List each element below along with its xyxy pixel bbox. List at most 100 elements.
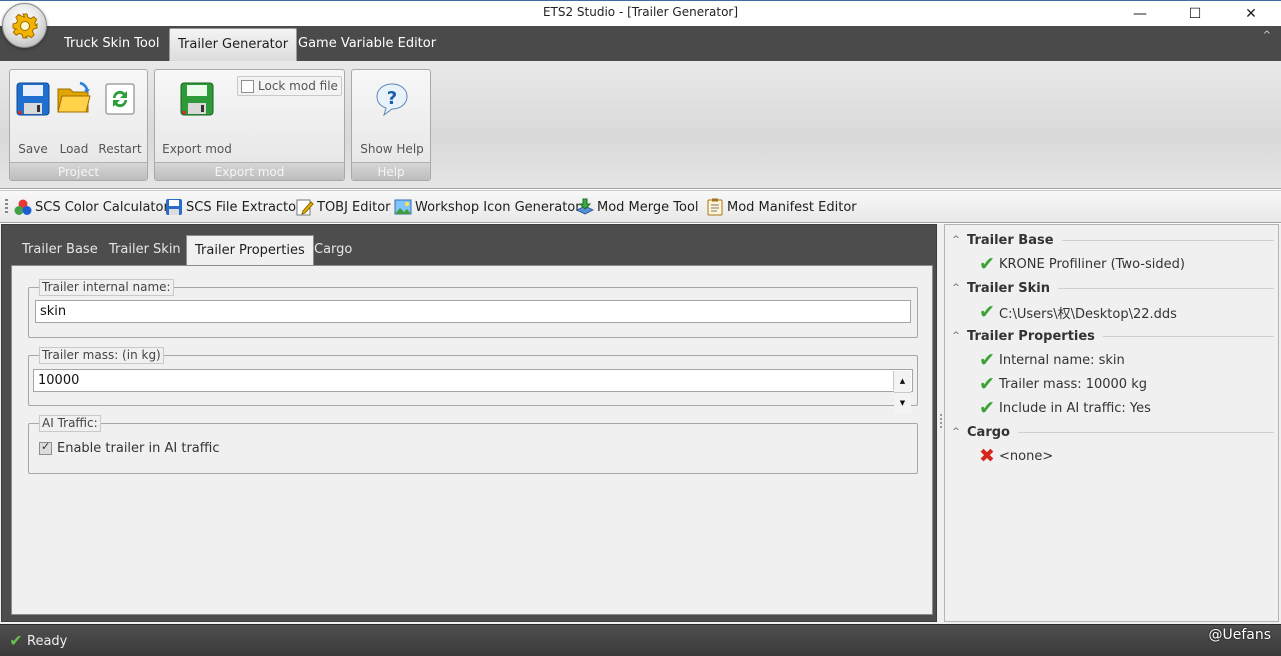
status-indicator: ✔ Ready [9,631,67,651]
trailer-mass-legend: Trailer mass: (in kg) [39,347,164,364]
summary-section-title: Trailer Base [967,232,1054,248]
workshop-icon-generator-button[interactable]: Workshop Icon Generator [394,197,581,217]
summary-item: ✔ KRONE Profiliner (Two-sided) [977,253,1185,275]
tab-truck-skin-tool[interactable]: Truck Skin Tool [56,28,167,61]
collapse-caret-icon[interactable]: ^ [945,427,967,437]
scs-file-extractor-label: SCS File Extractor [186,199,302,215]
svg-text:?: ? [387,88,397,109]
summary-item-text: C:\Users\权\Desktop\22.dds [999,306,1177,322]
lock-mod-file-checkbox[interactable]: Lock mod file [237,76,342,96]
show-help-button[interactable]: ? Show Help [356,76,428,156]
project-group-caption: Project [10,162,147,180]
ribbon-group-help: ? Show Help Help [351,69,431,181]
clipboard-icon [707,198,723,216]
help-bubble-icon: ? [376,83,408,117]
export-mod-label: Export mod [162,142,232,156]
summary-section-trailer-skin[interactable]: ^ Trailer Skin [945,278,1274,298]
error-cross-icon: ✖ [979,445,995,467]
ribbon-tab-bar: Truck Skin Tool Trailer Generator Game V… [0,26,1281,61]
internal-name-group: Trailer internal name: skin [28,279,918,338]
tab-trailer-generator[interactable]: Trailer Generator [169,28,298,61]
enable-ai-traffic-label: Enable trailer in AI traffic [57,441,220,456]
summary-section-trailer-properties[interactable]: ^ Trailer Properties [945,326,1274,346]
maximize-button[interactable]: ☐ [1172,1,1218,27]
spin-down-icon[interactable]: ▼ [894,392,911,414]
mod-merge-tool-label: Mod Merge Tool [597,199,699,215]
restart-button[interactable]: Restart [95,76,145,156]
load-button[interactable]: Load [55,76,93,156]
toolbar-grip[interactable] [5,199,8,215]
export-group-caption: Export mod [155,162,344,180]
collapse-caret-icon[interactable]: ^ [945,283,967,293]
tab-trailer-properties[interactable]: Trailer Properties [186,235,314,266]
summary-item-text: Internal name: skin [999,352,1125,368]
tab-cargo[interactable]: Cargo [306,235,360,265]
open-folder-icon [57,81,91,113]
status-text: Ready [27,633,68,649]
close-button[interactable]: ✕ [1228,1,1274,27]
save-button[interactable]: Save [13,76,53,156]
mod-manifest-editor-button[interactable]: Mod Manifest Editor [706,197,857,217]
collapse-caret-icon[interactable]: ^ [945,331,967,341]
internal-name-legend: Trailer internal name: [39,279,174,296]
check-mark-icon: ✔ [979,397,995,419]
editor-panel: Trailer Base Trailer Skin Trailer Proper… [1,224,937,622]
enable-ai-traffic-box[interactable] [39,440,52,455]
check-mark-icon: ✔ [979,373,995,395]
save-label: Save [18,142,48,156]
lock-mod-file-box[interactable] [241,79,254,93]
gear-icon [12,13,37,38]
restart-label: Restart [98,142,142,156]
scs-color-calculator-label: SCS Color Calculator [35,199,169,215]
workspace: Trailer Base Trailer Skin Trailer Proper… [0,224,1281,624]
summary-item-text: KRONE Profiliner (Two-sided) [999,256,1185,272]
summary-item: ✔ Trailer mass: 10000 kg [977,373,1147,395]
minimize-button[interactable]: — [1117,1,1163,27]
trailer-mass-group: Trailer mass: (in kg) 10000 ▲ ▼ [28,347,918,414]
enable-ai-traffic-checkbox[interactable]: Enable trailer in AI traffic [39,440,220,456]
summary-item-text: Include in AI traffic: Yes [999,400,1151,416]
scs-color-calculator-button[interactable]: SCS Color Calculator [14,197,169,217]
green-floppy-icon [180,82,214,116]
summary-item: ✖ <none> [977,445,1053,467]
ribbon-collapse-button[interactable]: ^ [1263,30,1271,41]
trailer-mass-value: 10000 [38,373,80,388]
tab-game-variable-editor[interactable]: Game Variable Editor [290,28,444,61]
application-menu-button[interactable] [2,3,47,48]
summary-section-trailer-base[interactable]: ^ Trailer Base [945,230,1274,250]
ai-traffic-legend: AI Traffic: [39,415,101,432]
summary-item: ✔ Include in AI traffic: Yes [977,397,1151,419]
summary-section-title: Trailer Skin [967,280,1051,296]
summary-item-text: Trailer mass: 10000 kg [999,376,1147,392]
merge-layers-icon [576,198,594,215]
tobj-editor-label: TOBJ Editor [317,199,391,215]
status-bar: ✔ Ready @Uefans [0,624,1281,656]
window-title: ETS2 Studio - [Trailer Generator] [542,5,739,19]
floppy-blue-icon [166,199,182,215]
load-label: Load [59,142,89,156]
tab-trailer-base[interactable]: Trailer Base [14,235,106,265]
trailer-mass-stepper[interactable]: ▲ ▼ [893,371,911,414]
color-balls-icon [14,199,32,215]
lock-mod-file-label: Lock mod file [258,79,338,93]
summary-item: ✔ C:\Users\权\Desktop\22.dds [977,301,1177,323]
title-bar: ETS2 Studio - [Trailer Generator] — ☐ ✕ [0,0,1281,26]
spin-up-icon[interactable]: ▲ [894,371,911,392]
mod-merge-tool-button[interactable]: Mod Merge Tool [576,197,699,217]
scs-file-extractor-button[interactable]: SCS File Extractor [165,197,301,217]
internal-name-input[interactable]: skin [35,300,911,323]
trailer-mass-input[interactable]: 10000 ▲ ▼ [33,369,913,414]
image-landscape-icon [394,199,412,215]
watermark: @Uefans [1208,627,1271,643]
status-check-icon: ✔ [9,631,23,650]
tab-trailer-skin[interactable]: Trailer Skin [101,235,189,265]
tobj-editor-button[interactable]: TOBJ Editor [296,197,391,217]
summary-section-title: Cargo [967,424,1010,440]
check-mark-icon: ✔ [979,349,995,371]
floppy-disk-icon [16,82,50,116]
collapse-caret-icon[interactable]: ^ [945,235,967,245]
export-mod-button[interactable]: Export mod [159,76,235,156]
summary-section-cargo[interactable]: ^ Cargo [945,422,1274,442]
check-mark-icon: ✔ [979,253,995,275]
ribbon-group-project: Save Load Restart Project [9,69,148,181]
